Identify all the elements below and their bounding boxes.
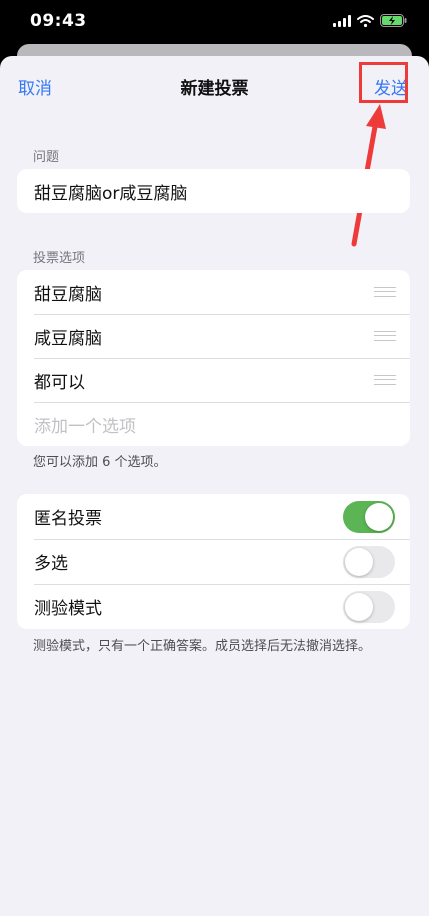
settings-card: 匿名投票 多选 测验模式 bbox=[17, 494, 410, 629]
options-section-label: 投票选项 bbox=[33, 251, 86, 266]
anonymous-vote-toggle[interactable] bbox=[343, 500, 395, 533]
quiz-footnote: 测验模式，只有一个正确答案。成员选择后无法撤消选择。 bbox=[33, 639, 372, 654]
question-card: 甜豆腐脑or咸豆腐脑 bbox=[17, 169, 410, 213]
option-text: 咸豆腐脑 bbox=[34, 328, 102, 349]
send-highlight-box bbox=[359, 62, 408, 103]
option-row[interactable]: 咸豆腐脑 bbox=[17, 314, 410, 358]
multiple-choice-row: 多选 bbox=[17, 539, 410, 584]
setting-label: 多选 bbox=[34, 554, 68, 574]
status-bar: 09:43 bbox=[0, 0, 429, 46]
setting-label: 测验模式 bbox=[34, 599, 102, 619]
question-input[interactable]: 甜豆腐脑or咸豆腐脑 bbox=[17, 169, 410, 213]
battery-charging-icon bbox=[380, 14, 407, 27]
multiple-choice-toggle[interactable] bbox=[343, 545, 395, 578]
option-row[interactable]: 甜豆腐脑 bbox=[17, 270, 410, 314]
add-option-input[interactable]: 添加一个选项 bbox=[17, 402, 410, 446]
wifi-icon bbox=[357, 14, 374, 27]
drag-handle-icon[interactable] bbox=[374, 287, 396, 297]
new-poll-sheet: 取消 新建投票 发送 问题 甜豆腐脑or咸豆腐脑 投票选项 甜豆腐脑 咸豆腐脑 … bbox=[0, 56, 429, 916]
option-text: 都可以 bbox=[34, 372, 85, 393]
drag-handle-icon[interactable] bbox=[374, 331, 396, 341]
anonymous-vote-row: 匿名投票 bbox=[17, 494, 410, 539]
setting-label: 匿名投票 bbox=[34, 509, 102, 529]
question-section-label: 问题 bbox=[33, 150, 60, 165]
option-row[interactable]: 都可以 bbox=[17, 358, 410, 402]
status-time: 09:43 bbox=[30, 11, 87, 31]
quiz-mode-toggle[interactable] bbox=[343, 590, 395, 623]
option-text: 甜豆腐脑 bbox=[34, 284, 102, 305]
signal-icon bbox=[333, 14, 351, 27]
status-icons bbox=[333, 14, 407, 27]
options-card: 甜豆腐脑 咸豆腐脑 都可以 添加一个选项 bbox=[17, 270, 410, 446]
quiz-mode-row: 测验模式 bbox=[17, 584, 410, 629]
drag-handle-icon[interactable] bbox=[374, 375, 396, 385]
options-footnote: 您可以添加 6 个选项。 bbox=[33, 455, 167, 470]
